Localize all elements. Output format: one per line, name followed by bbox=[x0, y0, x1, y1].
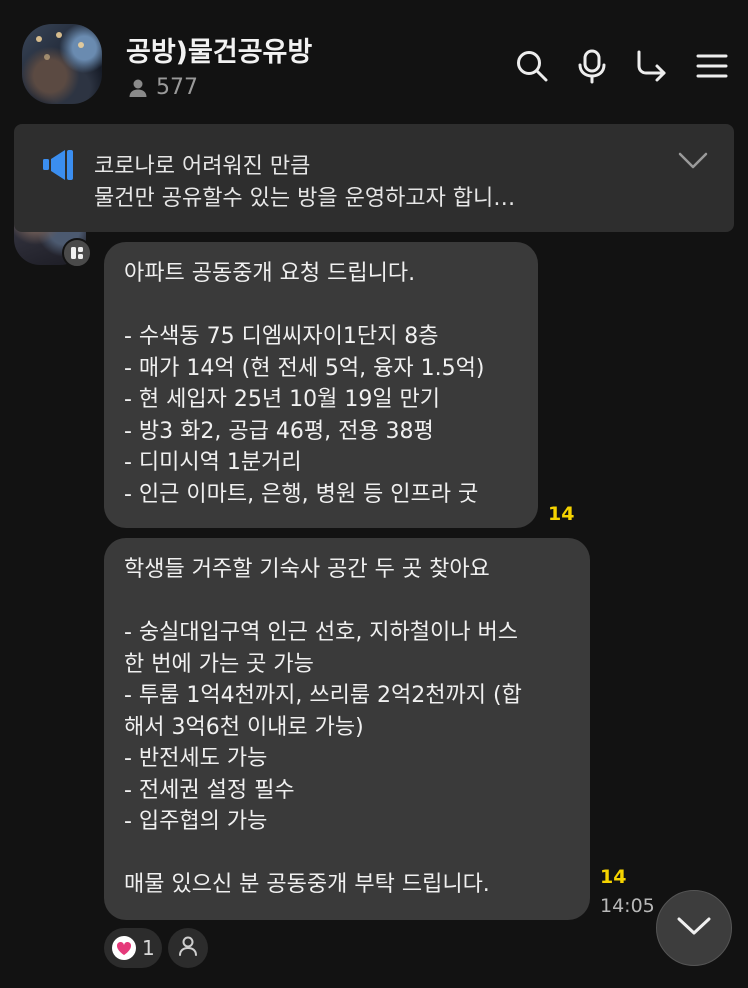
member-count-row[interactable]: 577 bbox=[128, 75, 198, 100]
room-avatar[interactable] bbox=[22, 24, 102, 104]
chevron-down-icon[interactable] bbox=[678, 152, 708, 174]
person-icon bbox=[128, 78, 148, 98]
member-count: 577 bbox=[156, 75, 198, 100]
message-bubble[interactable]: 학생들 거주할 기숙사 공간 두 곳 찾아요 - 숭실대입구역 인근 선호, 지… bbox=[104, 538, 590, 920]
menu-icon[interactable] bbox=[694, 48, 730, 84]
unread-count: 14 bbox=[548, 503, 575, 525]
heart-icon bbox=[112, 936, 136, 960]
share-icon[interactable] bbox=[634, 48, 670, 84]
message-time: 14:05 bbox=[600, 895, 655, 917]
notice-banner[interactable]: 코로나로 어려워진 만큼 물건만 공유할수 있는 방을 운영하고자 합니… bbox=[14, 124, 734, 232]
reaction-count: 1 bbox=[142, 936, 155, 960]
sender-badge-icon bbox=[62, 238, 92, 268]
chevron-down-icon bbox=[677, 916, 711, 940]
mic-icon[interactable] bbox=[574, 48, 610, 84]
room-title[interactable]: 공방)물건공유방 bbox=[126, 30, 312, 69]
notice-text-line1: 코로나로 어려워진 만큼 bbox=[94, 154, 311, 179]
chat-header: 공방)물건공유방 577 bbox=[0, 0, 748, 120]
notice-text-line2: 물건만 공유할수 있는 방을 운영하고자 합니… bbox=[94, 186, 516, 211]
unread-count: 14 bbox=[600, 866, 627, 888]
search-icon[interactable] bbox=[514, 48, 550, 84]
megaphone-icon bbox=[42, 148, 76, 186]
reactors-button[interactable] bbox=[168, 928, 208, 968]
message-bubble[interactable]: 아파트 공동중개 요청 드립니다. - 수색동 75 디엠씨자이1단지 8층 -… bbox=[104, 242, 538, 528]
scroll-to-bottom-button[interactable] bbox=[656, 890, 732, 966]
heart-reaction[interactable]: 1 bbox=[104, 928, 162, 968]
person-icon bbox=[177, 935, 199, 961]
